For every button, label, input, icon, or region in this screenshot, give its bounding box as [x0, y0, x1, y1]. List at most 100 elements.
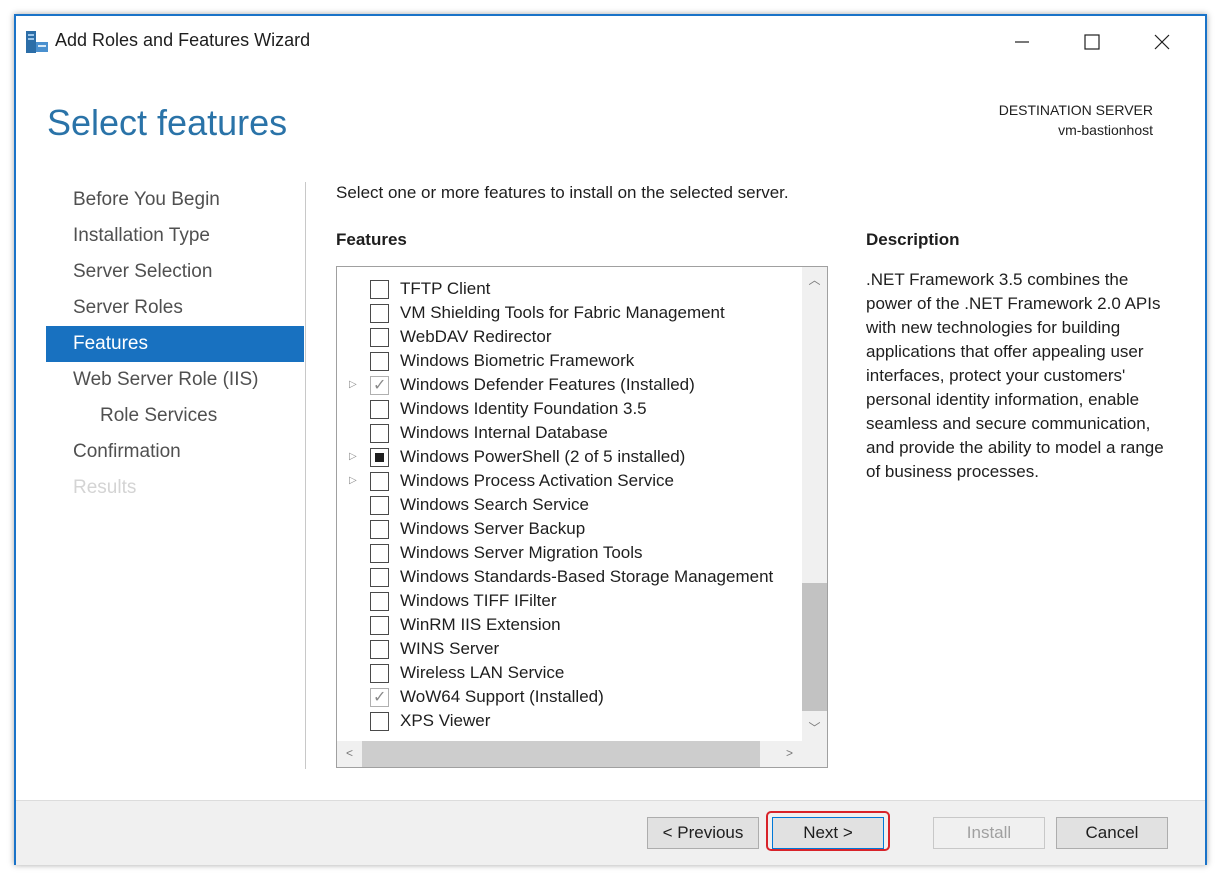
feature-label: VM Shielding Tools for Fabric Management: [400, 303, 725, 322]
feature-checkbox[interactable]: [370, 496, 389, 515]
feature-row[interactable]: ▷ Windows Process Activation Service: [337, 469, 802, 493]
window-title: Add Roles and Features Wizard: [55, 30, 311, 50]
scroll-left-icon[interactable]: <: [337, 746, 362, 760]
feature-checkbox[interactable]: [370, 616, 389, 635]
feature-checkbox[interactable]: [370, 280, 389, 299]
feature-checkbox[interactable]: [370, 328, 389, 347]
feature-label: WebDAV Redirector: [400, 327, 552, 346]
nav-item-role-services[interactable]: Role Services: [46, 398, 304, 434]
feature-row[interactable]: ▷ Windows PowerShell (2 of 5 installed): [337, 445, 802, 469]
feature-row[interactable]: Windows Biometric Framework: [337, 349, 802, 373]
feature-row[interactable]: VM Shielding Tools for Fabric Management: [337, 301, 802, 325]
feature-row[interactable]: Windows Search Service: [337, 493, 802, 517]
feature-label: Windows TIFF IFilter: [400, 591, 557, 610]
feature-label: Windows Biometric Framework: [400, 351, 635, 370]
minimize-button[interactable]: [987, 22, 1057, 62]
feature-row[interactable]: Wireless LAN Service: [337, 661, 802, 685]
scrollbar-corner: [802, 741, 827, 767]
feature-checkbox[interactable]: [370, 352, 389, 371]
description-text: .NET Framework 3.5 combines the power of…: [866, 270, 1164, 481]
feature-checkbox[interactable]: [370, 448, 389, 467]
feature-label: Windows Server Backup: [400, 519, 586, 538]
description-heading: Description: [866, 230, 960, 249]
nav-item-features[interactable]: Features: [46, 326, 304, 362]
close-icon: [1154, 34, 1170, 50]
nav-item-results: Results: [73, 477, 137, 498]
next-button-highlight: [766, 811, 890, 851]
nav-item-web-server-role[interactable]: Web Server Role (IIS): [46, 362, 304, 398]
nav-item-installation-type[interactable]: Installation Type: [46, 218, 304, 254]
feature-checkbox[interactable]: [370, 400, 389, 419]
nav-item-confirmation[interactable]: Confirmation: [46, 434, 304, 470]
vertical-scrollbar[interactable]: ︿ ﹀: [802, 267, 827, 741]
horizontal-scrollbar[interactable]: < >: [337, 741, 802, 767]
feature-checkbox[interactable]: [370, 664, 389, 683]
feature-row[interactable]: WINS Server: [337, 637, 802, 661]
maximize-button[interactable]: [1057, 22, 1127, 62]
previous-button[interactable]: < Previous: [647, 817, 759, 849]
expand-arrow-icon[interactable]: ▷: [349, 445, 359, 469]
feature-label: WoW64 Support (Installed): [400, 687, 604, 706]
feature-checkbox[interactable]: [370, 374, 389, 398]
title-bar[interactable]: Add Roles and Features Wizard: [16, 16, 1205, 68]
features-heading: Features: [336, 230, 407, 249]
destination-server-value: vm-bastionhost: [1058, 122, 1153, 138]
feature-row[interactable]: Windows Standards-Based Storage Manageme…: [337, 565, 802, 589]
feature-checkbox[interactable]: [370, 640, 389, 659]
feature-row[interactable]: ▷ Windows Defender Features (Installed): [337, 373, 802, 398]
scroll-down-icon[interactable]: ﹀: [802, 719, 827, 736]
close-button[interactable]: [1127, 22, 1197, 62]
wizard-footer: < Previous Next > Install Cancel: [16, 800, 1205, 865]
feature-label: WinRM IIS Extension: [400, 615, 561, 634]
feature-label: Windows Internal Database: [400, 423, 608, 442]
destination-server-label: DESTINATION SERVER: [998, 102, 1153, 118]
feature-label: Windows Identity Foundation 3.5: [400, 399, 647, 418]
expand-arrow-icon[interactable]: ▷: [349, 469, 359, 493]
feature-checkbox[interactable]: [370, 472, 389, 491]
feature-row[interactable]: XPS Viewer: [337, 709, 802, 733]
wizard-nav: Before You Begin Installation Type Serve…: [46, 182, 304, 506]
feature-row[interactable]: TFTP Client: [337, 277, 802, 301]
page-title: Select features: [47, 102, 288, 143]
features-listbox[interactable]: TFTP Client VM Shielding Tools for Fabric…: [336, 266, 828, 768]
expand-arrow-icon[interactable]: ▷: [349, 373, 359, 397]
feature-checkbox[interactable]: [370, 304, 389, 323]
wizard-window: Add Roles and Features Wizard Select fea…: [14, 14, 1207, 865]
feature-row[interactable]: Windows TIFF IFilter: [337, 589, 802, 613]
feature-checkbox[interactable]: [370, 424, 389, 443]
feature-row[interactable]: WebDAV Redirector: [337, 325, 802, 349]
feature-row[interactable]: Windows Server Backup: [337, 517, 802, 541]
install-button: Install: [933, 817, 1045, 849]
nav-item-server-roles[interactable]: Server Roles: [46, 290, 304, 326]
feature-checkbox[interactable]: [370, 712, 389, 731]
feature-checkbox[interactable]: [370, 686, 389, 710]
feature-row[interactable]: Windows Server Migration Tools: [337, 541, 802, 565]
feature-row[interactable]: WinRM IIS Extension: [337, 613, 802, 637]
cancel-button[interactable]: Cancel: [1056, 817, 1168, 849]
feature-checkbox[interactable]: [370, 592, 389, 611]
nav-item-server-selection[interactable]: Server Selection: [46, 254, 304, 290]
feature-label: XPS Viewer: [400, 711, 491, 730]
feature-label: Windows PowerShell (2 of 5 installed): [400, 447, 686, 466]
feature-checkbox[interactable]: [370, 568, 389, 587]
feature-label: Windows Process Activation Service: [400, 471, 674, 490]
feature-label: TFTP Client: [400, 279, 491, 298]
feature-checkbox[interactable]: [370, 520, 389, 539]
horizontal-scroll-thumb[interactable]: [362, 741, 760, 767]
feature-label: Windows Standards-Based Storage Manageme…: [400, 567, 774, 586]
scroll-right-icon[interactable]: >: [777, 746, 802, 760]
feature-label: Windows Defender Features (Installed): [400, 375, 695, 394]
scroll-up-icon[interactable]: ︿: [802, 271, 827, 288]
nav-item-before-you-begin[interactable]: Before You Begin: [46, 182, 304, 218]
nav-divider: [305, 182, 306, 769]
features-list: TFTP Client VM Shielding Tools for Fabric…: [337, 277, 802, 733]
feature-label: Windows Server Migration Tools: [400, 543, 643, 562]
vertical-scroll-thumb[interactable]: [802, 583, 827, 711]
feature-label: Windows Search Service: [400, 495, 589, 514]
maximize-icon: [1084, 34, 1100, 50]
feature-row[interactable]: Windows Identity Foundation 3.5: [337, 397, 802, 421]
feature-checkbox[interactable]: [370, 544, 389, 563]
instruction-text: Select one or more features to install o…: [336, 183, 789, 202]
feature-row[interactable]: Windows Internal Database: [337, 421, 802, 445]
feature-row[interactable]: WoW64 Support (Installed): [337, 685, 802, 710]
